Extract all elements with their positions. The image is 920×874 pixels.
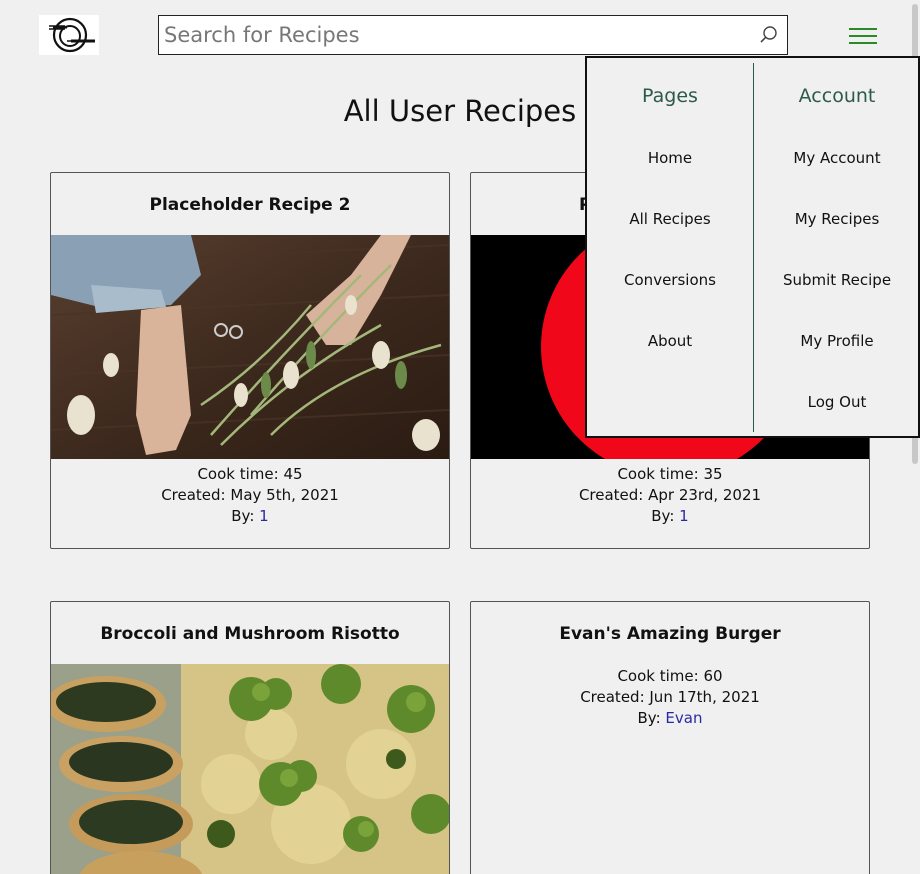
author-line: By: 1 xyxy=(471,506,869,527)
author-link[interactable]: 1 xyxy=(679,507,689,525)
cook-time: Cook time: 60 xyxy=(617,667,723,685)
author-link[interactable]: Evan xyxy=(665,709,702,727)
author-link[interactable]: 1 xyxy=(259,507,269,525)
search-bar xyxy=(158,15,788,55)
recipe-image[interactable] xyxy=(51,235,449,459)
recipe-meta: Cook time: 45 Created: May 5th, 2021 By:… xyxy=(51,459,449,527)
created-date: Created: Jun 17th, 2021 xyxy=(580,688,760,706)
recipe-title[interactable]: Broccoli and Mushroom Risotto xyxy=(51,602,449,664)
menu-item-about[interactable]: About xyxy=(587,332,753,350)
author-line: By: 1 xyxy=(51,506,449,527)
plate-fork-knife-logo-icon xyxy=(49,17,95,53)
site-logo[interactable] xyxy=(39,15,99,55)
menu-item-submit-recipe[interactable]: Submit Recipe xyxy=(754,271,920,289)
recipe-meta: Cook time: 35 Created: Apr 23rd, 2021 By… xyxy=(471,459,869,527)
recipe-meta: Cook time: 60 Created: Jun 17th, 2021 By… xyxy=(471,664,869,729)
by-label: By: xyxy=(637,709,666,727)
recipe-card[interactable]: Evan's Amazing Burger Cook time: 60 Crea… xyxy=(470,601,870,874)
menu-item-log-out[interactable]: Log Out xyxy=(754,393,920,411)
by-label: By: xyxy=(651,507,680,525)
menu-divider xyxy=(753,63,754,432)
created-date: Created: Apr 23rd, 2021 xyxy=(578,486,762,504)
cook-time: Cook time: 45 xyxy=(197,465,303,483)
recipe-title[interactable]: Placeholder Recipe 2 xyxy=(51,173,449,235)
search-icon[interactable] xyxy=(759,25,779,45)
account-heading: Account xyxy=(798,85,876,107)
author-line: By: Evan xyxy=(471,708,869,729)
hamburger-icon[interactable] xyxy=(847,23,879,49)
nav-dropdown-menu: Pages Home All Recipes Conversions About… xyxy=(585,56,920,438)
page: All User Recipes Placeholder Recipe 2 xyxy=(0,0,920,874)
menu-item-conversions[interactable]: Conversions xyxy=(587,271,753,289)
recipe-title[interactable]: Evan's Amazing Burger xyxy=(471,602,869,664)
menu-item-all-recipes[interactable]: All Recipes xyxy=(587,210,753,228)
cook-time: Cook time: 35 xyxy=(617,465,723,483)
menu-item-my-recipes[interactable]: My Recipes xyxy=(754,210,920,228)
recipe-image[interactable] xyxy=(51,664,449,874)
menu-item-home[interactable]: Home xyxy=(587,149,753,167)
menu-item-my-account[interactable]: My Account xyxy=(754,149,920,167)
search-input[interactable] xyxy=(159,16,739,54)
recipe-card[interactable]: Placeholder Recipe 2 Cook time: 45 Creat… xyxy=(50,172,450,549)
menu-item-my-profile[interactable]: My Profile xyxy=(754,332,920,350)
by-label: By: xyxy=(231,507,260,525)
recipe-card[interactable]: Broccoli and Mushroom Risotto xyxy=(50,601,450,874)
created-date: Created: May 5th, 2021 xyxy=(161,486,339,504)
pages-heading: Pages xyxy=(642,85,698,107)
